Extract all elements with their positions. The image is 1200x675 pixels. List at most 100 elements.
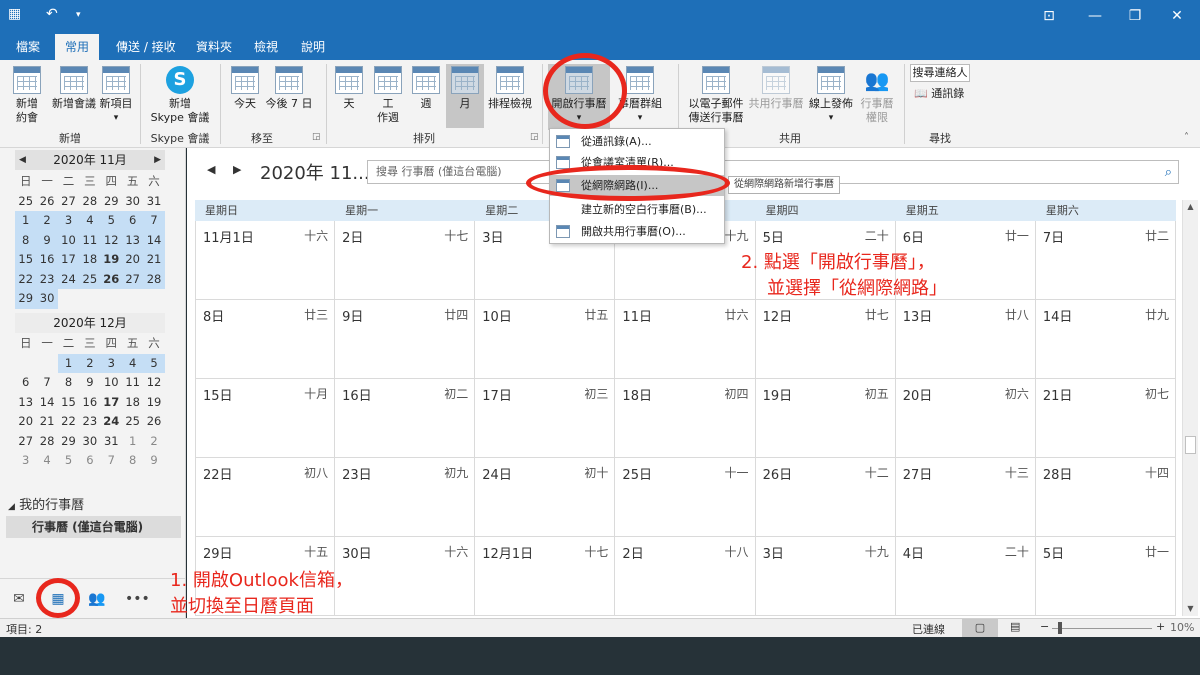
mini-day[interactable]: 19	[143, 393, 164, 413]
tab-view[interactable]: 檢視	[248, 34, 284, 60]
day-cell[interactable]: 5日 廿一	[1035, 537, 1176, 616]
mini-day[interactable]: 18	[122, 393, 143, 413]
close-icon[interactable]: ✕	[1165, 5, 1189, 27]
mini-day[interactable]: 12	[143, 373, 164, 393]
mini-day[interactable]: 24	[57, 269, 80, 289]
mini-day[interactable]: 25	[15, 192, 36, 212]
tab-help[interactable]: 說明	[295, 34, 331, 60]
calendar-permissions-button[interactable]: 👥 行事曆 權限	[858, 66, 896, 125]
restore-icon[interactable]: ❐	[1123, 5, 1147, 27]
mini-day[interactable]: 24	[101, 412, 122, 432]
mini-day[interactable]: 15	[58, 393, 79, 413]
search-people-input[interactable]: 搜尋連絡人	[910, 64, 970, 82]
vertical-scrollbar[interactable]: ▲ ▼	[1182, 200, 1198, 616]
mini-day[interactable]: 7	[143, 211, 165, 231]
outlook-app-icon[interactable]: ▦	[8, 6, 21, 22]
mini-day[interactable]: 29	[15, 289, 37, 309]
collapse-ribbon-icon[interactable]: ˄	[1184, 132, 1189, 143]
mini-day[interactable]: 31	[101, 432, 122, 452]
tab-file[interactable]: 檔案	[10, 34, 46, 60]
zoom-out-icon[interactable]: −	[1040, 620, 1049, 633]
mini-day[interactable]: 27	[15, 432, 36, 452]
search-icon[interactable]: ⌕	[1165, 162, 1172, 184]
mini-day[interactable]: 6	[121, 211, 144, 231]
calendar-list-item[interactable]: 行事曆 (僅這台電腦)	[6, 516, 181, 538]
next-icon[interactable]: ▶	[233, 163, 241, 176]
mini-day[interactable]: 2	[79, 353, 101, 373]
day-cell[interactable]: 9日 廿四	[335, 300, 476, 379]
mini-day[interactable]: 3	[15, 451, 36, 471]
mini-day[interactable]: 4	[79, 211, 101, 231]
mini-day[interactable]: 18	[79, 250, 101, 270]
mini-day[interactable]: 23	[79, 412, 100, 432]
day-cell[interactable]: 2日 十七	[335, 221, 476, 300]
mini-day[interactable]: 27	[58, 192, 79, 212]
email-calendar-button[interactable]: 以電子郵件 傳送行事曆	[686, 66, 746, 125]
mini-day[interactable]: 9	[36, 230, 58, 250]
day-cell[interactable]: 21日 初七	[1035, 379, 1176, 458]
people-module-icon[interactable]: 👥	[86, 589, 108, 609]
mini-day[interactable]: 4	[36, 451, 57, 471]
mini-day[interactable]: 13	[121, 230, 144, 250]
mini-day[interactable]: 29	[101, 192, 122, 212]
more-icon[interactable]: •••	[125, 589, 150, 609]
next-7-days-button[interactable]: 今後 7 日	[264, 66, 314, 111]
mini-day[interactable]: 1	[122, 432, 143, 452]
mini-day[interactable]: 4	[121, 353, 144, 373]
day-cell[interactable]: 28日 十四	[1035, 458, 1176, 537]
menu-item-from-address-book[interactable]: 從通訊錄(A)...	[550, 131, 724, 152]
mini-day[interactable]: 14	[143, 230, 165, 250]
day-cell[interactable]: 7日 廿二	[1035, 221, 1176, 300]
mini-day[interactable]: 1	[57, 353, 80, 373]
new-appointment-button[interactable]: 新增 約會	[6, 66, 48, 125]
menu-item-open-shared-calendar[interactable]: 開啟共用行事曆(O)...	[550, 221, 724, 242]
mini-day[interactable]: 17	[101, 393, 122, 413]
mini-day[interactable]: 26	[36, 192, 57, 212]
day-cell[interactable]: 23日 初九	[335, 458, 476, 537]
mini-day[interactable]: 5	[100, 211, 122, 231]
scroll-up-icon[interactable]: ▲	[1183, 200, 1198, 214]
mini-day[interactable]: 16	[79, 393, 100, 413]
mini-day[interactable]: 28	[143, 269, 165, 289]
mini-day[interactable]: 30	[36, 289, 58, 309]
mini-day[interactable]: 2	[143, 432, 164, 452]
prev-month-icon[interactable]: ◀	[19, 150, 26, 170]
prev-icon[interactable]: ◀	[207, 163, 215, 176]
mini-day[interactable]: 25	[122, 412, 143, 432]
mini-day[interactable]: 3	[57, 211, 80, 231]
tab-folder[interactable]: 資料夾	[190, 34, 238, 60]
mini-day[interactable]: 10	[101, 373, 122, 393]
undo-icon[interactable]: ↶	[46, 6, 58, 22]
mini-day[interactable]: 22	[15, 269, 37, 289]
mini-day[interactable]: 7	[36, 373, 57, 393]
day-cell[interactable]: 22日 初八	[195, 458, 336, 537]
mini-day[interactable]: 30	[79, 432, 100, 452]
zoom-slider[interactable]	[1052, 628, 1152, 629]
day-cell[interactable]: 12月1日 十七	[475, 537, 616, 616]
mini-day[interactable]: 12	[100, 230, 122, 250]
day-cell[interactable]: 20日 初六	[895, 379, 1036, 458]
next-month-icon[interactable]: ▶	[154, 150, 161, 170]
new-skype-meeting-button[interactable]: S 新增 Skype 會議	[146, 66, 214, 125]
mini-day[interactable]: 28	[79, 192, 100, 212]
menu-item-new-blank-calendar[interactable]: 建立新的空白行事曆(B)...	[550, 199, 724, 220]
mini-day[interactable]: 9	[79, 373, 100, 393]
scroll-thumb[interactable]	[1185, 436, 1196, 454]
mini-day[interactable]: 3	[100, 353, 122, 373]
mini-day[interactable]: 29	[58, 432, 79, 452]
publish-online-button[interactable]: 線上發佈 ▾	[806, 66, 856, 125]
zoom-slider-thumb[interactable]	[1058, 622, 1062, 634]
new-items-button[interactable]: 新項目 ▾	[98, 66, 134, 125]
new-meeting-button[interactable]: 新增會議	[50, 66, 98, 111]
mini-day[interactable]: 13	[15, 393, 36, 413]
mini-day[interactable]: 2	[36, 211, 58, 231]
day-cell[interactable]: 15日 十月	[195, 379, 336, 458]
goto-launcher-icon[interactable]: ◲	[312, 132, 321, 142]
mini-day[interactable]: 11	[79, 230, 101, 250]
normal-view-icon[interactable]: ▢	[962, 619, 998, 637]
day-cell[interactable]: 2日 十八	[615, 537, 756, 616]
arrange-launcher-icon[interactable]: ◲	[530, 132, 539, 142]
mini-day[interactable]: 23	[36, 269, 58, 289]
day-cell[interactable]: 17日 初三	[475, 379, 616, 458]
mini-day[interactable]: 16	[36, 250, 58, 270]
